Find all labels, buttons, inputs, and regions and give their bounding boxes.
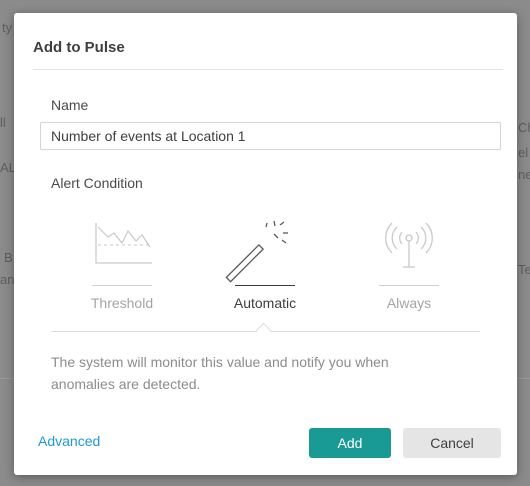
name-label: Name [51,97,89,113]
threshold-chart-icon [95,223,152,264]
add-button[interactable]: Add [309,428,391,458]
magic-wand-icon [225,220,288,283]
option-underline [379,285,439,286]
add-to-pulse-dialog: Add to Pulse Name Alert Condition Thresh… [14,13,517,475]
bg-text: an [0,272,15,287]
option-description: The system will monitor this value and n… [51,354,389,392]
option-automatic[interactable]: Automatic [205,213,325,323]
bg-divider [0,378,14,379]
title-divider [33,69,503,70]
bg-text: Ch [518,120,530,135]
option-label: Threshold [90,295,154,311]
bg-text: ty [2,20,13,35]
option-underline [92,285,152,286]
dialog-title: Add to Pulse [33,39,125,56]
bg-text: el [518,145,529,160]
option-always[interactable]: Always [349,213,469,323]
name-input[interactable] [40,122,501,150]
bg-text: B [4,250,13,265]
cancel-button[interactable]: Cancel [403,428,501,458]
bg-text: ll [0,115,6,130]
bg-divider [517,378,530,379]
option-label: Always [386,295,432,311]
bg-text: Te [518,262,530,277]
selection-caret [255,322,272,339]
bg-text: ne [518,167,530,182]
option-label: Automatic [233,295,297,311]
alert-condition-label: Alert Condition [51,175,143,191]
option-underline [235,285,295,286]
antenna-broadcast-icon [385,222,433,268]
advanced-link[interactable]: Advanced [38,433,100,449]
option-threshold[interactable]: Threshold [62,213,182,323]
